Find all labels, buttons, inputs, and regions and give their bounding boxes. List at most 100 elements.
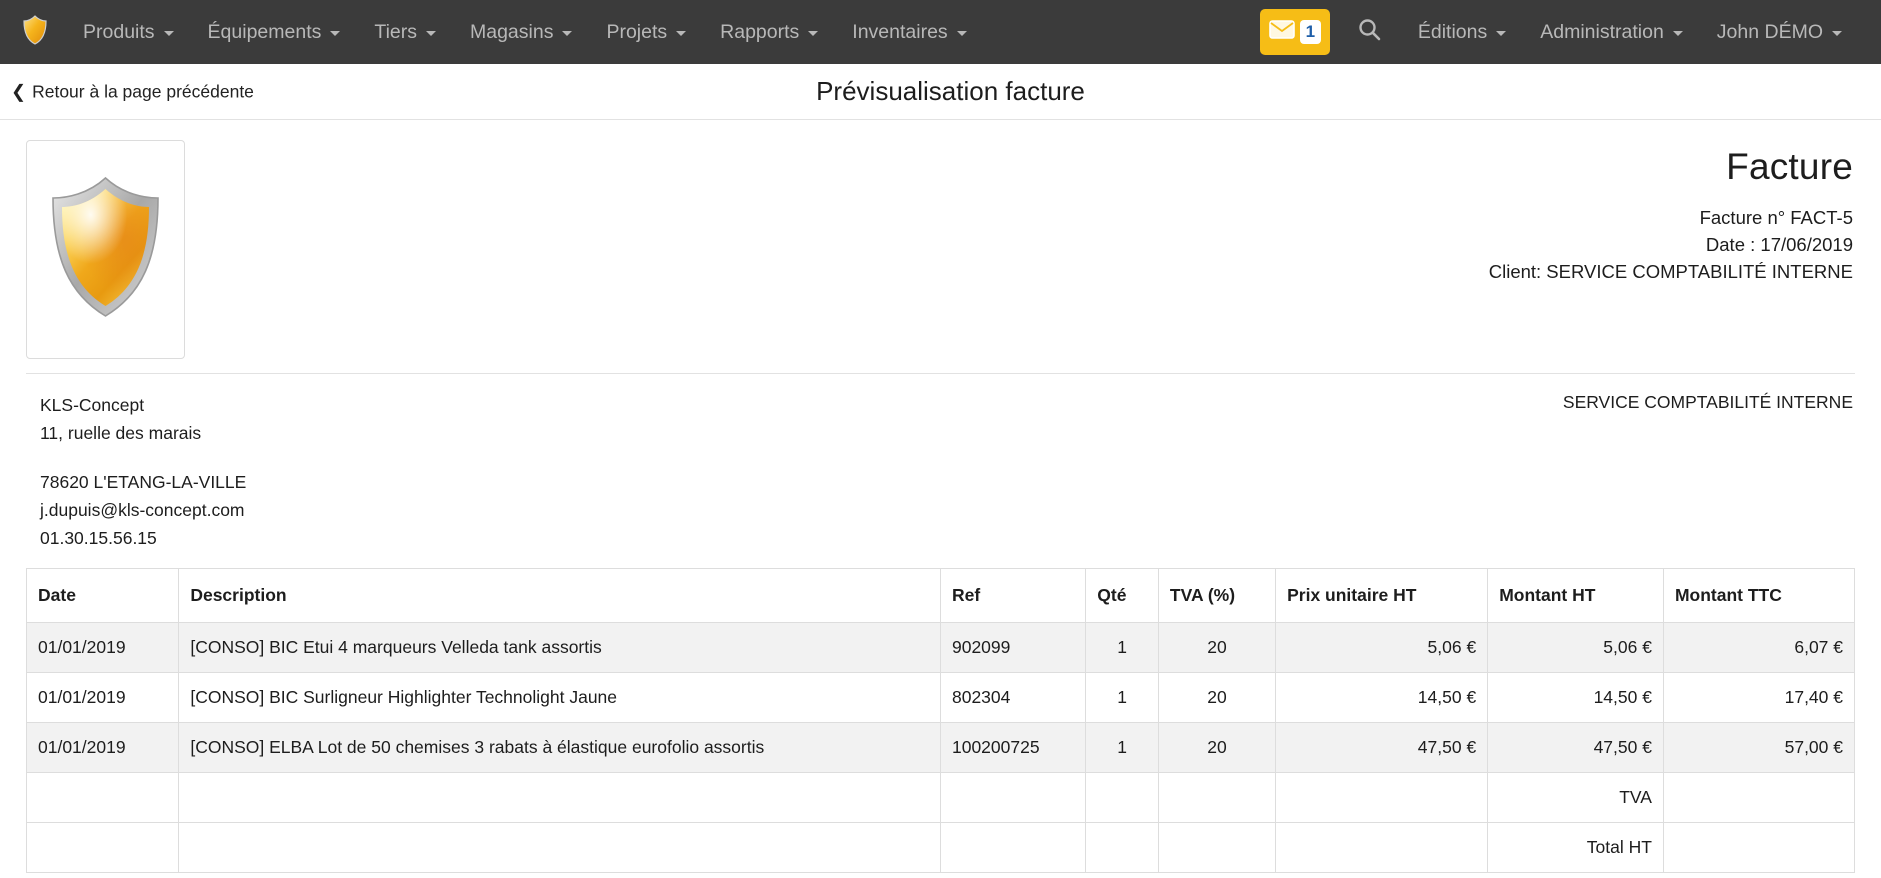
nav-item-editions[interactable]: Éditions [1401, 11, 1523, 54]
invoice-preview: Facture Facture n° FACT-5 Date : 17/06/2… [0, 120, 1881, 874]
client-name: SERVICE COMPTABILITÉ INTERNE [1562, 392, 1853, 412]
cell-tva: 20 [1157, 622, 1277, 674]
nav-label: Tiers [374, 20, 417, 43]
nav-label: Produits [83, 20, 155, 43]
issuer-email: j.dupuis@kls-concept.com [40, 499, 245, 520]
summary-blank [1275, 772, 1489, 824]
nav-label: Équipements [207, 20, 322, 43]
back-to-previous-page-link[interactable]: ❮ Retour à la page précédente [11, 81, 254, 102]
search-button[interactable] [1342, 8, 1397, 56]
cell-montant-ht: 47,50 € [1487, 722, 1664, 774]
nav-label: Rapports [720, 20, 800, 43]
issuer-address-block: KLS-Concept 11, ruelle des marais 78620 … [26, 392, 246, 552]
invoice-number: Facture n° FACT-5 [1699, 207, 1853, 228]
summary-value-total-ht [1662, 822, 1856, 874]
cell-date: 01/01/2019 [25, 672, 180, 724]
nav-item-inventaires[interactable]: Inventaires [835, 11, 983, 54]
table-row[interactable]: 01/01/2019 [CONSO] BIC Etui 4 marqueurs … [25, 622, 1856, 674]
cell-ref: 100200725 [939, 722, 1087, 774]
nav-item-administration[interactable]: Administration [1523, 11, 1700, 54]
column-header-ref: Ref [939, 568, 1087, 624]
navbar-right-group: 1 Éditions Administration John DÉMO [1259, 8, 1859, 56]
issuer-name: KLS-Concept [40, 395, 145, 415]
nav-item-rapports[interactable]: Rapports [703, 11, 835, 54]
column-header-montant-ttc: Montant TTC [1662, 568, 1856, 624]
shield-logo-image [43, 172, 168, 327]
invoice-meta-block: Facture Facture n° FACT-5 Date : 17/06/2… [1489, 140, 1855, 285]
summary-blank [178, 822, 941, 874]
nav-label: Éditions [1417, 20, 1488, 43]
nav-label: Projets [606, 20, 668, 43]
summary-blank [178, 772, 941, 824]
messages-count-badge: 1 [1299, 20, 1321, 44]
cell-ref: 802304 [939, 672, 1087, 724]
envelope-icon [1269, 20, 1295, 44]
nav-label: John DÉMO [1716, 20, 1823, 43]
cell-description: [CONSO] BIC Etui 4 marqueurs Velleda tan… [178, 622, 941, 674]
address-spacer [40, 447, 246, 469]
table-header: Date Description Ref Qté TVA (%) Prix un… [25, 568, 1856, 624]
nav-item-equipements[interactable]: Équipements [191, 11, 358, 54]
summary-value-tva [1662, 772, 1856, 824]
cell-montant-ttc: 17,40 € [1662, 672, 1856, 724]
nav-label: Inventaires [852, 20, 948, 43]
chevron-down-icon [425, 31, 436, 36]
column-header-date: Date [25, 568, 180, 624]
navbar-left-group: Produits Équipements Tiers Magasins Proj… [14, 11, 984, 54]
chevron-down-icon [1496, 31, 1507, 36]
invoice-heading: Facture [1726, 146, 1853, 187]
chevron-down-icon [163, 31, 174, 36]
cell-tva: 20 [1157, 722, 1277, 774]
cell-ref: 902099 [939, 622, 1087, 674]
cell-description: [CONSO] ELBA Lot de 50 chemises 3 rabats… [178, 722, 941, 774]
nav-item-projets[interactable]: Projets [589, 11, 703, 54]
cell-prix-unitaire-ht: 47,50 € [1275, 722, 1489, 774]
chevron-down-icon [956, 31, 967, 36]
table-header-row: Date Description Ref Qté TVA (%) Prix un… [25, 568, 1856, 624]
shield-logo-icon [22, 14, 48, 50]
summary-row-tva: TVA [25, 772, 1856, 824]
summary-row-total-ht: Total HT [25, 822, 1856, 874]
invoice-lines-table: Date Description Ref Qté TVA (%) Prix un… [25, 568, 1856, 874]
invoice-address-section: KLS-Concept 11, ruelle des marais 78620 … [26, 374, 1855, 568]
table-body: 01/01/2019 [CONSO] BIC Etui 4 marqueurs … [25, 622, 1856, 874]
issuer-phone: 01.30.15.56.15 [40, 527, 157, 548]
cell-montant-ht: 5,06 € [1487, 622, 1664, 674]
table-row[interactable]: 01/01/2019 [CONSO] ELBA Lot de 50 chemis… [25, 722, 1856, 774]
company-logo-box [26, 140, 185, 359]
column-header-montant-ht: Montant HT [1487, 568, 1664, 624]
page-title: Prévisualisation facture [816, 76, 1085, 106]
cell-montant-ttc: 57,00 € [1662, 722, 1856, 774]
nav-item-magasins[interactable]: Magasins [453, 11, 589, 54]
cell-qte: 1 [1085, 672, 1159, 724]
summary-label-tva: TVA [1487, 772, 1664, 824]
nav-item-user-menu[interactable]: John DÉMO [1700, 11, 1859, 54]
summary-blank [1157, 822, 1277, 874]
brand-logo-link[interactable] [14, 11, 56, 53]
issuer-street: 11, ruelle des marais [40, 422, 202, 443]
cell-prix-unitaire-ht: 5,06 € [1275, 622, 1489, 674]
back-link-label: Retour à la page précédente [32, 81, 254, 101]
nav-item-produits[interactable]: Produits [66, 11, 191, 54]
chevron-down-icon [1672, 31, 1683, 36]
chevron-down-icon [330, 31, 341, 36]
issuer-city: 78620 L'ETANG-LA-VILLE [40, 472, 247, 493]
column-header-tva: TVA (%) [1157, 568, 1277, 624]
summary-blank [25, 822, 180, 874]
column-header-prix-unitaire-ht: Prix unitaire HT [1275, 568, 1489, 624]
summary-blank [1085, 822, 1159, 874]
summary-blank [939, 772, 1087, 824]
chevron-down-icon [562, 31, 573, 36]
cell-description: [CONSO] BIC Surligneur Highlighter Techn… [178, 672, 941, 724]
messages-button[interactable]: 1 [1259, 9, 1330, 55]
invoice-top-section: Facture Facture n° FACT-5 Date : 17/06/2… [26, 120, 1855, 374]
page-subheader: ❮ Retour à la page précédente Prévisuali… [0, 64, 1881, 120]
summary-blank [939, 822, 1087, 874]
chevron-down-icon [1832, 31, 1842, 36]
table-row[interactable]: 01/01/2019 [CONSO] BIC Surligneur Highli… [25, 672, 1856, 724]
summary-blank [1157, 772, 1277, 824]
column-header-description: Description [178, 568, 941, 624]
summary-blank [1275, 822, 1489, 874]
chevron-left-icon: ❮ [11, 81, 27, 102]
nav-item-tiers[interactable]: Tiers [357, 11, 453, 54]
